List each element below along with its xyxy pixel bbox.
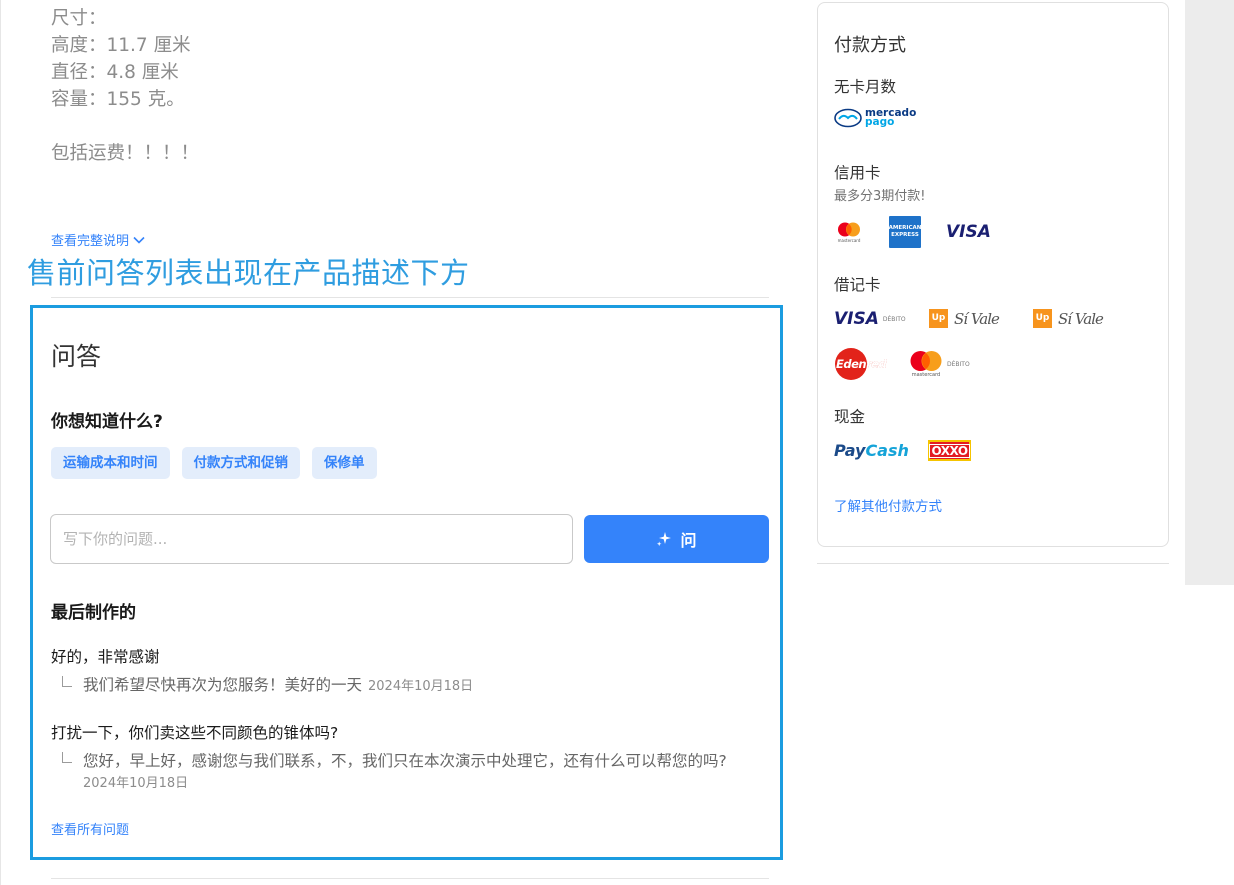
mercadopago-text: pago	[865, 116, 895, 128]
paycash-logo: Pay Cash	[834, 441, 909, 460]
edenred-logo: Edenred	[835, 348, 887, 380]
question-text: 好的，非常感谢	[51, 648, 160, 666]
answer-text: 您好，早上好，感谢您与我们联系，不，我们只在本次演示中处理它，还有什么可以帮您的…	[83, 749, 727, 794]
sivale-text: Sí Vale	[1058, 309, 1104, 328]
annotation-caption: 售前问答列表出现在产品描述下方	[27, 256, 470, 290]
recent-questions-heading: 最后制作的	[51, 603, 136, 623]
visa-debit-logo: VISA DÉBITO	[834, 309, 906, 329]
section-divider	[51, 297, 769, 298]
oxxo-logo: OXXO	[928, 440, 971, 461]
product-description: 尺寸： 高度：11.7 厘米 直径：4.8 厘米 容量：155 克。 包括运费！…	[51, 5, 199, 167]
page-left-border	[0, 0, 1, 885]
debit-card-label: 借记卡	[834, 276, 881, 294]
ask-button-label: 问	[680, 531, 697, 550]
answer-body: 我们希望尽快再次为您服务！美好的一天	[83, 676, 363, 694]
payment-title: 付款方式	[834, 35, 906, 56]
answer-text: 我们希望尽快再次为您服务！美好的一天 2024年10月18日	[83, 673, 473, 699]
oxxo-text: OXXO	[929, 443, 970, 458]
sivale-logo: Up Sí Vale	[929, 309, 1000, 328]
answer-body: 您好，早上好，感谢您与我们联系，不，我们只在本次演示中处理它，还有什么可以帮您的…	[83, 752, 727, 770]
ask-button[interactable]: 问	[584, 515, 769, 563]
visa-text: VISA	[946, 222, 991, 242]
visa-text: VISA	[834, 309, 879, 329]
description-line: 直径：4.8 厘米	[51, 62, 179, 83]
answer-date: 2024年10月18日	[83, 776, 189, 791]
qa-title: 问答	[51, 342, 102, 371]
cash-label: 现金	[834, 408, 866, 426]
edenred-text: Edenred	[836, 357, 887, 371]
amex-logo: AMERICAN EXPRESS	[889, 216, 921, 248]
section-divider	[817, 563, 1169, 564]
debito-text: DÉBITO	[947, 360, 970, 368]
credit-card-installments-note: 最多分3期付款!	[834, 189, 926, 204]
question-input[interactable]	[50, 514, 573, 564]
sparkle-icon	[657, 532, 672, 547]
description-line: 容量：155 克。	[51, 89, 185, 110]
mastercard-text: mastercard	[911, 372, 941, 378]
paycash-text: Pay	[834, 441, 866, 460]
up-badge: Up	[1033, 309, 1052, 328]
amex-text: AMERICAN	[888, 225, 922, 231]
sivale-text: Sí Vale	[954, 309, 1000, 328]
question-text: 打扰一下，你们卖这些不同颜色的锥体吗?	[51, 724, 339, 742]
handshake-icon	[834, 108, 862, 128]
paycash-text: Cash	[865, 441, 909, 460]
mastercard-debit-logo: mastercard DÉBITO	[909, 350, 970, 378]
visa-logo: VISA	[946, 222, 991, 242]
qa-ask-heading: 你想知道什么?	[51, 412, 163, 432]
mastercard-text: mastercard	[837, 238, 861, 243]
amex-text: EXPRESS	[891, 232, 919, 238]
chip-shipping[interactable]: 运输成本和时间	[51, 447, 170, 479]
credit-card-label: 信用卡	[834, 164, 881, 182]
mastercard-icon	[910, 351, 942, 371]
mastercard-logo: mastercard	[837, 222, 861, 243]
chip-warranty[interactable]: 保修单	[312, 447, 377, 479]
shipping-note: 包括运费！！！！	[51, 143, 200, 164]
description-line: 尺寸：	[51, 8, 107, 29]
quick-question-chips: 运输成本和时间 付款方式和促销 保修单	[51, 447, 377, 479]
up-badge: Up	[929, 309, 948, 328]
see-all-questions-link[interactable]: 查看所有问题	[51, 819, 129, 838]
reply-branch-icon	[62, 752, 72, 763]
section-divider	[51, 878, 769, 879]
description-line: 高度：11.7 厘米	[51, 35, 191, 56]
reply-branch-icon	[62, 676, 72, 687]
more-payment-methods-link[interactable]: 了解其他付款方式	[834, 495, 942, 515]
chip-payment[interactable]: 付款方式和促销	[181, 447, 300, 479]
mastercard-icon	[838, 222, 860, 237]
answer-date: 2024年10月18日	[368, 679, 474, 694]
installments-label: 无卡月数	[834, 78, 897, 96]
full-description-label: 查看完整说明	[51, 234, 130, 249]
sivale-logo: Up Sí Vale	[1033, 309, 1104, 328]
full-description-link[interactable]: 查看完整说明	[51, 230, 145, 249]
right-gutter	[1185, 0, 1234, 585]
mercadopago-logo: mercado pago	[834, 108, 916, 128]
debito-text: DÉBITO	[882, 315, 906, 323]
chevron-down-icon	[133, 236, 145, 244]
